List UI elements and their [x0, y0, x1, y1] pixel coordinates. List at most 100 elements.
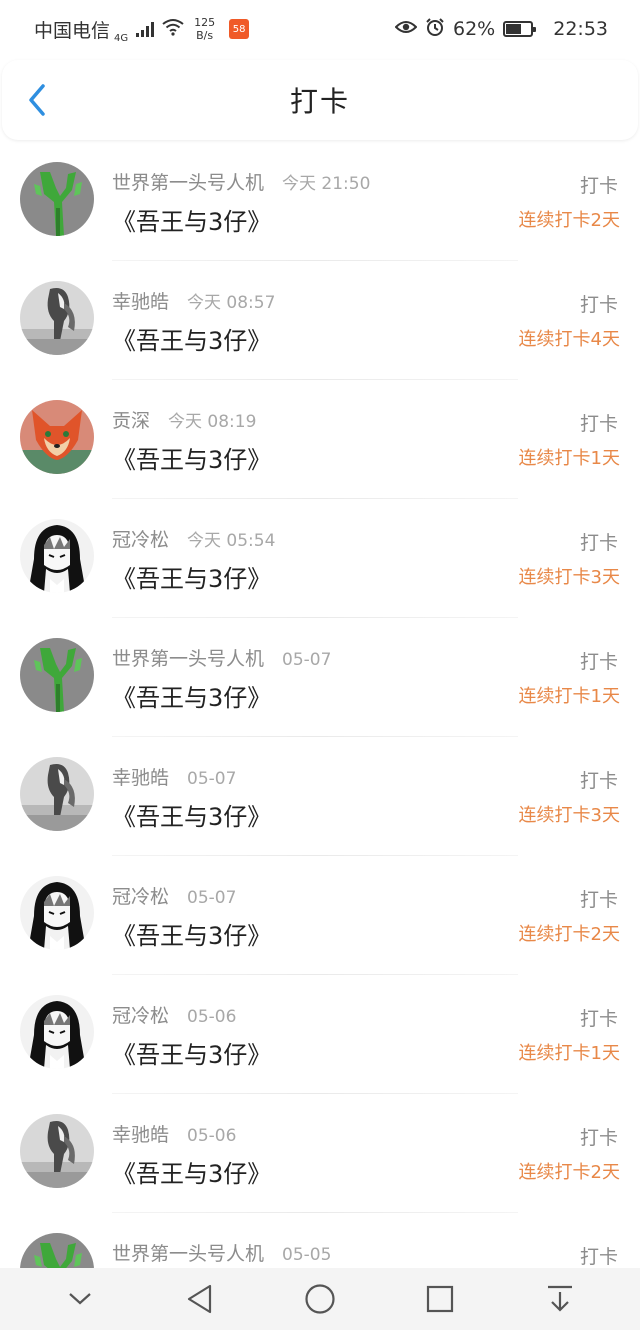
avatar[interactable]	[20, 400, 94, 474]
avatar[interactable]	[20, 876, 94, 950]
system-nav-bar	[0, 1268, 640, 1330]
battery-percent: 62%	[453, 18, 496, 40]
item-meta: 世界第一头号人机 05-05	[112, 1239, 331, 1266]
app-notification-icon: 58	[229, 19, 250, 39]
eye-icon	[394, 18, 418, 40]
item-meta: 幸驰皓 05-07	[112, 763, 236, 790]
streak-label: 连续打卡1天	[518, 448, 620, 469]
alarm-icon	[425, 17, 445, 42]
item-meta: 冠冷松 今天 05:54	[112, 525, 275, 552]
checkin-item[interactable]: 冠冷松 今天 05:54 《吾王与3仔》 打卡 连续打卡3天	[0, 499, 640, 618]
post-time: 05-06	[187, 1126, 237, 1146]
back-triangle-icon[interactable]	[170, 1274, 230, 1324]
checkin-item[interactable]: 冠冷松 05-07 《吾王与3仔》 打卡连续打卡2天	[0, 856, 640, 975]
chevron-down-icon[interactable]	[50, 1274, 110, 1324]
user-name[interactable]: 幸驰皓	[112, 287, 169, 314]
speed-value: 125	[194, 16, 216, 29]
chevron-left-icon	[29, 84, 45, 116]
post-time: 今天 05:54	[187, 531, 276, 551]
streak-label: 连续打卡3天	[518, 805, 620, 826]
book-title[interactable]: 《吾王与3仔》	[112, 916, 271, 951]
battery-icon	[503, 21, 537, 37]
user-name[interactable]: 幸驰皓	[112, 763, 169, 790]
item-meta: 世界第一头号人机 今天 21:50	[112, 168, 370, 195]
back-button[interactable]	[20, 82, 54, 118]
book-title[interactable]: 《吾王与3仔》	[112, 1154, 271, 1189]
page-title: 打卡	[289, 85, 350, 118]
post-time: 05-06	[187, 1007, 237, 1027]
post-time: 今天 08:19	[168, 412, 257, 432]
post-time: 今天 08:57	[187, 293, 276, 313]
item-meta: 冠冷松 05-06	[112, 1001, 236, 1028]
streak-label: 连续打卡2天	[518, 1162, 620, 1183]
book-title[interactable]: 《吾王与3仔》	[112, 321, 271, 356]
user-name[interactable]: 冠冷松	[112, 1001, 169, 1028]
user-name[interactable]: 世界第一头号人机	[112, 1239, 264, 1266]
avatar[interactable]	[20, 281, 94, 355]
checkin-item[interactable]: 幸驰皓 05-07 《吾王与3仔》 打卡连续打卡3天	[0, 737, 640, 856]
book-title[interactable]: 《吾王与3仔》	[112, 797, 271, 832]
avatar[interactable]	[20, 1114, 94, 1188]
clock-time: 22:53	[553, 18, 608, 40]
checkin-type-label: 打卡	[579, 1246, 618, 1268]
network-speed: 125 B/s	[194, 16, 215, 42]
streak-label: 连续打卡1天	[518, 1043, 620, 1064]
streak-label: 连续打卡4天	[518, 329, 620, 350]
streak-label: 连续打卡1天	[518, 686, 620, 707]
book-title[interactable]: 《吾王与3仔》	[112, 202, 271, 237]
checkin-item[interactable]: 世界第一头号人机 05-07 《吾王与3仔》 打卡连续打卡1天	[0, 618, 640, 737]
status-left: 中国电信 4G 125 B/s 58	[34, 15, 250, 44]
wifi-icon	[162, 18, 184, 41]
status-right: 62% 22:53	[394, 17, 608, 42]
book-title[interactable]: 《吾王与3仔》	[112, 678, 271, 713]
post-time: 今天 21:50	[282, 174, 371, 194]
post-time: 05-07	[187, 769, 237, 789]
avatar[interactable]	[20, 519, 94, 593]
nav-bar: 打卡	[2, 60, 638, 140]
checkin-type-label: 打卡	[579, 175, 618, 197]
post-time: 05-07	[187, 888, 237, 908]
book-title[interactable]: 《吾王与3仔》	[112, 440, 271, 475]
home-circle-icon[interactable]	[290, 1274, 350, 1324]
checkin-item[interactable]: 幸驰皓 05-06 《吾王与3仔》 打卡连续打卡2天	[0, 1094, 640, 1213]
checkin-type-label: 打卡	[579, 889, 618, 911]
checkin-type-label: 打卡	[579, 1127, 618, 1149]
signal-icon	[136, 21, 155, 37]
avatar[interactable]	[20, 995, 94, 1069]
avatar[interactable]	[20, 638, 94, 712]
book-title[interactable]: 《吾王与3仔》	[112, 1035, 271, 1070]
status-bar: 中国电信 4G 125 B/s 58 62% 22:53	[0, 0, 640, 58]
user-name[interactable]: 冠冷松	[112, 525, 169, 552]
notification-pull-icon[interactable]	[530, 1274, 590, 1324]
checkin-item[interactable]: 幸驰皓 今天 08:57 《吾王与3仔》 打卡连续打卡4天	[0, 261, 640, 380]
avatar[interactable]	[20, 162, 94, 236]
checkin-type-label: 打卡	[579, 651, 618, 673]
post-time: 05-07	[282, 650, 332, 670]
book-title[interactable]: 《吾王与3仔》	[112, 559, 271, 594]
user-name[interactable]: 冠冷松	[112, 882, 169, 909]
checkin-type-label: 打卡	[579, 294, 618, 316]
speed-unit: B/s	[196, 29, 214, 42]
user-name[interactable]: 世界第一头号人机	[112, 168, 264, 195]
post-time: 05-05	[282, 1245, 332, 1265]
checkin-item[interactable]: 世界第一头号人机 今天 21:50 《吾王与3仔》 打卡连续打卡2天	[0, 142, 640, 261]
checkin-type-label: 打卡	[579, 413, 618, 435]
screen: 中国电信 4G 125 B/s 58 62% 22:53 打卡 世界第一头号人机…	[0, 0, 640, 1330]
checkin-item[interactable]: 贡深 今天 08:19 《吾王与3仔》 打卡连续打卡1天	[0, 380, 640, 499]
checkin-type-label: 打卡	[579, 770, 618, 792]
item-meta: 冠冷松 05-07	[112, 882, 236, 909]
recents-square-icon[interactable]	[410, 1274, 470, 1324]
streak-label: 连续打卡3天	[518, 567, 620, 588]
avatar[interactable]	[20, 757, 94, 831]
item-meta: 贡深 今天 08:19	[112, 406, 256, 433]
user-name[interactable]: 幸驰皓	[112, 1120, 169, 1147]
network-type: 4G	[114, 32, 129, 44]
user-name[interactable]: 贡深	[112, 406, 150, 433]
streak-label: 连续打卡2天	[518, 924, 620, 945]
item-meta: 世界第一头号人机 05-07	[112, 644, 331, 671]
streak-label: 连续打卡2天	[518, 210, 620, 231]
checkin-item[interactable]: 冠冷松 05-06 《吾王与3仔》 打卡 连续打卡1天	[0, 975, 640, 1094]
user-name[interactable]: 世界第一头号人机	[112, 644, 264, 671]
carrier-label: 中国电信	[34, 19, 111, 42]
item-meta: 幸驰皓 今天 08:57	[112, 287, 275, 314]
